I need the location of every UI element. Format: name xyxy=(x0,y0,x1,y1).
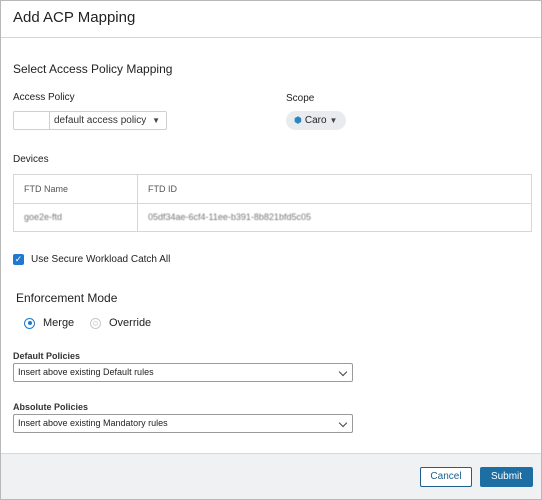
dialog-title: Add ACP Mapping xyxy=(13,9,136,26)
default-policies-value: Insert above existing Default rules xyxy=(18,367,154,377)
table-row: goe2e-ftd 05df34ae-6cf4-11ee-b391-8b821b… xyxy=(13,202,532,232)
chevron-down-icon xyxy=(338,367,348,377)
catch-all-label: Use Secure Workload Catch All xyxy=(31,254,171,265)
ftd-id-cell: 05df34ae-6cf4-11ee-b391-8b821bfd5c05 xyxy=(137,202,532,232)
devices-table: FTD Name FTD ID goe2e-ftd 05df34ae-6cf4-… xyxy=(13,174,532,232)
column-header-ftd-id: FTD ID xyxy=(137,174,532,204)
column-header-ftd-name: FTD Name xyxy=(13,174,138,204)
cube-icon: ⬢ xyxy=(294,115,302,125)
default-policies-select[interactable]: Insert above existing Default rules xyxy=(13,363,353,382)
access-policy-label: Access Policy xyxy=(13,92,75,103)
cancel-button[interactable]: Cancel xyxy=(420,467,472,487)
chevron-down-icon xyxy=(338,418,348,428)
access-policy-blank-segment xyxy=(14,112,50,129)
override-radio[interactable] xyxy=(90,317,101,329)
absolute-policies-label: Absolute Policies xyxy=(13,402,89,412)
scope-selector[interactable]: ⬢ Caro ▼ xyxy=(286,111,346,130)
dialog-footer: Cancel Submit xyxy=(1,453,541,499)
caret-down-icon: ▼ xyxy=(329,116,338,125)
section-title: Select Access Policy Mapping xyxy=(13,62,173,76)
enforcement-merge-option[interactable]: Merge xyxy=(24,317,74,329)
ftd-name-cell: goe2e-ftd xyxy=(13,202,138,232)
merge-label: Merge xyxy=(43,317,75,329)
devices-label: Devices xyxy=(13,154,49,165)
add-acp-mapping-dialog: Add ACP Mapping Select Access Policy Map… xyxy=(0,0,542,500)
default-policies-label: Default Policies xyxy=(13,351,81,361)
enforcement-mode-title: Enforcement Mode xyxy=(16,291,118,305)
catch-all-checkbox[interactable]: ✓ xyxy=(13,254,24,265)
access-policy-value: default access policy xyxy=(54,115,147,126)
override-label: Override xyxy=(109,317,152,329)
enforcement-override-option[interactable]: Override xyxy=(90,317,151,329)
scope-value: Caro xyxy=(304,115,327,126)
caret-down-icon: ▼ xyxy=(152,116,160,125)
table-header-row: FTD Name FTD ID xyxy=(13,174,532,204)
access-policy-select[interactable]: default access policy ▼ xyxy=(13,111,167,130)
merge-radio[interactable] xyxy=(24,317,35,329)
absolute-policies-select[interactable]: Insert above existing Mandatory rules xyxy=(13,414,353,433)
absolute-policies-value: Insert above existing Mandatory rules xyxy=(18,418,168,428)
submit-button[interactable]: Submit xyxy=(480,467,533,487)
catch-all-option[interactable]: ✓ Use Secure Workload Catch All xyxy=(13,254,170,265)
scope-label: Scope xyxy=(286,93,315,104)
dialog-header: Add ACP Mapping xyxy=(1,1,541,38)
